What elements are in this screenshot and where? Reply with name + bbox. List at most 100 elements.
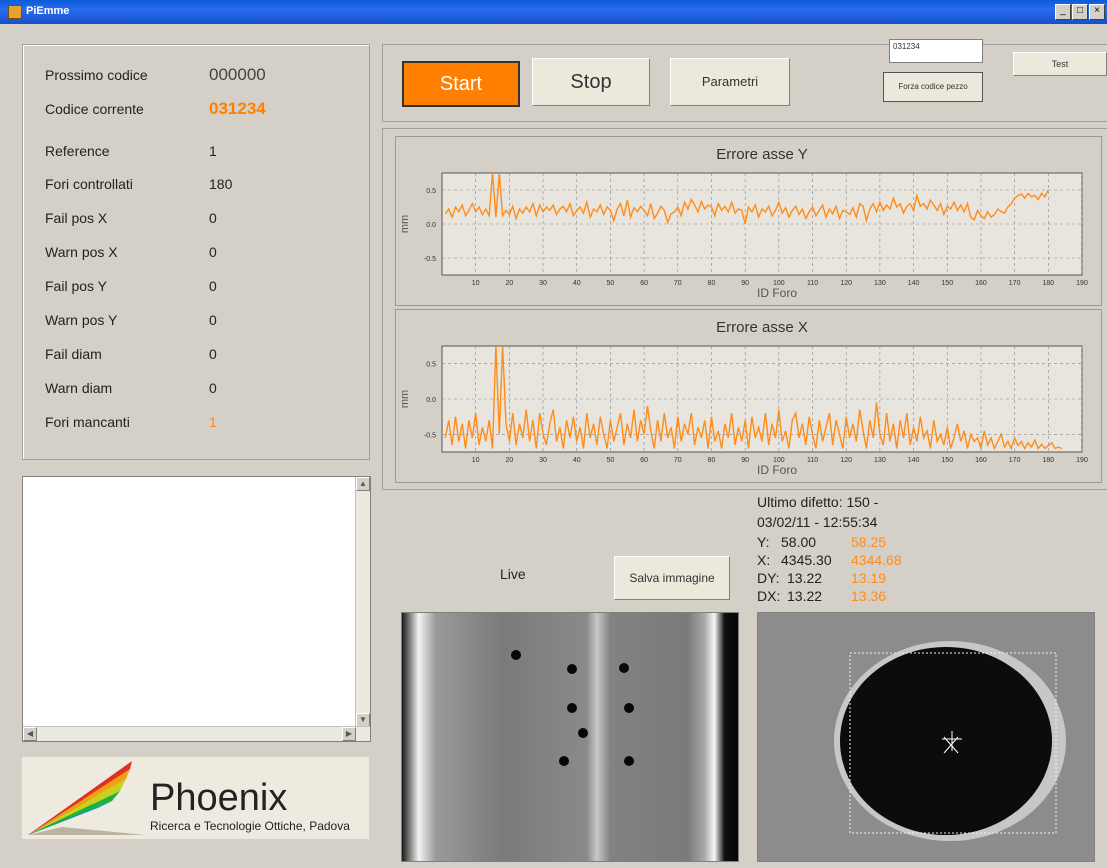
test-button[interactable]: Test xyxy=(1013,52,1107,76)
x-tick-label: 70 xyxy=(674,280,682,287)
defect-nominal: 13.36 xyxy=(851,588,887,604)
close-button[interactable]: × xyxy=(1089,4,1105,20)
stat-label: Warn diam xyxy=(45,380,113,396)
x-tick-label: 120 xyxy=(840,280,852,287)
stat-label: Fail diam xyxy=(45,346,102,362)
live-camera-image xyxy=(401,612,739,862)
stat-value: 0 xyxy=(209,278,217,294)
scroll-right-icon[interactable]: ▶ xyxy=(342,727,356,741)
stat-value: 0 xyxy=(209,380,217,396)
title-bar: PiEmme _ □ × xyxy=(0,0,1107,24)
y-axis-label: mm xyxy=(399,215,411,233)
y-tick-label: -0.5 xyxy=(424,432,436,439)
x-tick-label: 50 xyxy=(607,280,615,287)
x-tick-label: 20 xyxy=(505,280,513,287)
x-tick-label: 130 xyxy=(874,280,886,287)
save-image-button[interactable]: Salva immagine xyxy=(614,556,730,600)
scroll-up-icon[interactable]: ▲ xyxy=(356,477,370,491)
x-tick-label: 110 xyxy=(807,280,818,287)
defect-key: Y: xyxy=(757,534,770,550)
horizontal-scrollbar[interactable]: ◀ ▶ xyxy=(23,726,370,741)
defect-camera-image xyxy=(757,612,1095,862)
log-textarea[interactable]: ▲ ▼ ◀ ▶ xyxy=(22,476,371,742)
stat-value-current-code: 031234 xyxy=(209,99,266,118)
x-axis-label: ID Foro xyxy=(757,286,797,300)
x-tick-label: 30 xyxy=(539,457,547,464)
scroll-left-icon[interactable]: ◀ xyxy=(23,727,37,741)
stat-label: Warn pos X xyxy=(45,244,118,260)
parameters-button[interactable]: Parametri xyxy=(670,58,790,106)
vertical-scrollbar[interactable]: ▲ ▼ xyxy=(355,477,370,727)
y-tick-label: 0.5 xyxy=(426,188,436,195)
maximize-button[interactable]: □ xyxy=(1072,4,1088,20)
x-tick-label: 170 xyxy=(1009,457,1021,464)
scroll-down-icon[interactable]: ▼ xyxy=(356,713,370,727)
logo-subtitle: Ricerca e Tecnologie Ottiche, Padova xyxy=(150,819,350,833)
start-button[interactable]: Start xyxy=(402,61,520,107)
chart-title: Errore asse Y xyxy=(716,146,807,163)
x-tick-label: 130 xyxy=(874,457,886,464)
defect-measured: 13.22 xyxy=(787,588,823,604)
stat-value: 0 xyxy=(209,244,217,260)
stat-label: Fori controllati xyxy=(45,176,133,192)
x-tick-label: 40 xyxy=(573,457,581,464)
defect-nominal: 58.25 xyxy=(851,534,887,550)
x-tick-label: 190 xyxy=(1076,280,1088,287)
x-tick-label: 60 xyxy=(640,457,648,464)
x-tick-label: 190 xyxy=(1076,457,1088,464)
y-tick-label: -0.5 xyxy=(424,256,436,263)
stop-button[interactable]: Stop xyxy=(532,58,650,106)
defect-nominal: 4344.68 xyxy=(851,552,902,568)
x-tick-label: 160 xyxy=(975,457,987,464)
defect-key: DX: xyxy=(757,588,781,604)
x-tick-label: 180 xyxy=(1042,280,1054,287)
stat-row: Reference 1 xyxy=(45,143,217,159)
stat-row: Warn pos X 0 xyxy=(45,244,217,260)
stat-row: Fail diam 0 xyxy=(45,346,217,362)
defect-measured: 4345.30 xyxy=(781,552,832,568)
x-tick-label: 90 xyxy=(741,457,749,464)
stat-row-current-code: Codice corrente 031234 xyxy=(45,99,266,119)
live-label: Live xyxy=(500,566,526,582)
y-axis-label: mm xyxy=(399,390,411,408)
x-tick-label: 40 xyxy=(573,280,581,287)
logo-name: Phoenix xyxy=(150,777,288,819)
stat-value-missing-holes: 1 xyxy=(209,414,217,430)
x-tick-label: 170 xyxy=(1009,280,1021,287)
y-tick-label: 0.0 xyxy=(426,222,436,229)
stat-row-missing-holes: Fori mancanti 1 xyxy=(45,414,217,430)
stat-label: Reference xyxy=(45,143,110,159)
x-tick-label: 50 xyxy=(607,457,615,464)
stat-label: Warn pos Y xyxy=(45,312,118,328)
stat-label: Fail pos Y xyxy=(45,278,107,294)
stat-row: Fail pos X 0 xyxy=(45,210,217,226)
stat-row-next-code: Prossimo codice 000000 xyxy=(45,65,266,85)
company-logo: Phoenix Ricerca e Tecnologie Ottiche, Pa… xyxy=(22,757,369,839)
x-tick-label: 80 xyxy=(708,457,716,464)
stat-label: Fori mancanti xyxy=(45,414,130,430)
stat-row: Warn pos Y 0 xyxy=(45,312,217,328)
y-tick-label: 0.0 xyxy=(426,397,436,404)
force-part-code-button[interactable]: Forza codice pezzo xyxy=(883,72,983,102)
stat-row: Fori controllati 180 xyxy=(45,176,232,192)
defect-measured: 58.00 xyxy=(781,534,817,550)
stat-label: Prossimo codice xyxy=(45,67,148,83)
x-tick-label: 10 xyxy=(472,280,480,287)
x-tick-label: 160 xyxy=(975,280,987,287)
minimize-button[interactable]: _ xyxy=(1055,4,1071,20)
defect-camera-svg xyxy=(758,613,1094,861)
stat-value: 0 xyxy=(209,210,217,226)
defect-row-x: X: 4345.30 4344.68 xyxy=(757,552,902,568)
rainbow-logo-icon xyxy=(28,761,146,835)
stat-label: Codice corrente xyxy=(45,101,144,117)
stat-row: Warn diam 0 xyxy=(45,380,217,396)
x-tick-label: 90 xyxy=(741,280,749,287)
x-tick-label: 180 xyxy=(1042,457,1054,464)
part-code-input[interactable]: 031234 xyxy=(889,39,983,63)
x-tick-label: 120 xyxy=(840,457,852,464)
x-tick-label: 60 xyxy=(640,280,648,287)
x-tick-label: 150 xyxy=(941,280,953,287)
defect-row-dy: DY: 13.22 13.19 xyxy=(757,570,886,586)
x-tick-label: 70 xyxy=(674,457,682,464)
x-tick-label: 140 xyxy=(908,280,920,287)
